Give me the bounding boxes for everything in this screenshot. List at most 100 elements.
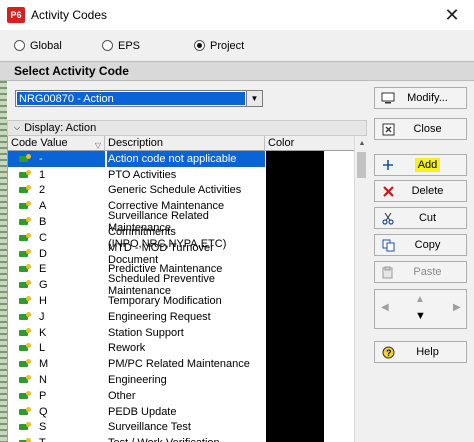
column-header-code-value[interactable]: Code Value ▽: [8, 136, 105, 151]
code-value-cell[interactable]: M: [8, 356, 105, 372]
description-cell[interactable]: Surveillance Test: [107, 420, 265, 436]
activity-code-value-icon: [19, 422, 32, 432]
radio-global[interactable]: Global: [14, 40, 62, 52]
code-value-cell[interactable]: D: [8, 246, 105, 262]
code-value-cell[interactable]: B: [8, 214, 105, 230]
color-swatch-cell[interactable]: [266, 198, 324, 215]
description-cell[interactable]: Engineering Request: [107, 309, 265, 325]
code-value-text: S: [39, 421, 47, 434]
code-value-cell[interactable]: S: [8, 420, 105, 436]
table-row[interactable]: Q PEDB Update: [8, 403, 354, 420]
move-down-arrow-icon[interactable]: ▼: [415, 310, 426, 322]
code-value-cell[interactable]: G: [8, 277, 105, 293]
code-value-cell[interactable]: P: [8, 388, 105, 404]
description-cell[interactable]: Station Support: [107, 325, 265, 341]
color-swatch-cell[interactable]: [266, 151, 324, 167]
color-swatch-cell[interactable]: [266, 261, 324, 278]
color-swatch-cell[interactable]: [266, 356, 324, 373]
description-cell[interactable]: PEDB Update: [107, 404, 265, 420]
description-cell[interactable]: Rework: [107, 341, 265, 357]
code-value-cell[interactable]: A: [8, 198, 105, 214]
table-row[interactable]: M PM/PC Related Maintenance: [8, 356, 354, 373]
modify-icon: [375, 92, 401, 104]
description-cell[interactable]: Temporary Modification: [107, 293, 265, 309]
color-swatch-cell[interactable]: [266, 277, 324, 294]
description-cell[interactable]: Action code not applicable: [107, 151, 265, 167]
table-row[interactable]: T Test / Work Verification: [8, 435, 354, 442]
color-swatch-cell[interactable]: [266, 340, 324, 357]
color-swatch-cell[interactable]: [266, 245, 324, 262]
color-swatch-cell[interactable]: [266, 419, 324, 436]
copy-button[interactable]: Copy: [374, 234, 467, 256]
table-row[interactable]: - Action code not applicable: [8, 151, 354, 167]
move-right-arrow-icon[interactable]: ▶: [453, 302, 461, 313]
modify-label: Modify...: [407, 92, 448, 104]
description-cell[interactable]: PM/PC Related Maintenance: [107, 356, 265, 372]
description-cell[interactable]: Test / Work Verification: [107, 435, 265, 442]
color-swatch-cell[interactable]: [266, 166, 324, 183]
code-value-cell[interactable]: 1: [8, 167, 105, 183]
chevron-down-icon[interactable]: ▼: [246, 91, 262, 106]
display-options-bar[interactable]: ⌵ Display: Action: [7, 120, 367, 136]
color-swatch-cell[interactable]: [266, 182, 324, 199]
modify-button[interactable]: Modify...: [374, 87, 467, 109]
table-row[interactable]: 2 Generic Schedule Activities: [8, 182, 354, 199]
activity-code-select-value: NRG00870 - Action: [17, 92, 245, 105]
activity-code-select[interactable]: NRG00870 - Action ▼: [15, 90, 263, 107]
table-row[interactable]: D MTD - MOD Turnover Document: [8, 242, 354, 266]
color-swatch-cell[interactable]: [266, 403, 324, 420]
radio-project[interactable]: Project: [194, 40, 244, 52]
color-swatch-cell[interactable]: [266, 372, 324, 388]
scrollbar-thumb[interactable]: [357, 152, 366, 178]
code-value-cell[interactable]: -: [8, 151, 105, 167]
vertical-scrollbar[interactable]: ▲: [354, 136, 367, 442]
color-swatch-cell[interactable]: [266, 387, 324, 404]
code-value-cell[interactable]: J: [8, 309, 105, 325]
description-cell[interactable]: PTO Activities: [107, 167, 265, 183]
delete-button[interactable]: Delete: [374, 180, 467, 202]
close-button[interactable]: Close: [374, 118, 467, 140]
code-value-cell[interactable]: H: [8, 293, 105, 309]
paste-button[interactable]: Paste: [374, 261, 467, 283]
move-left-arrow-icon[interactable]: ◀: [381, 302, 389, 313]
table-row[interactable]: S Surveillance Test: [8, 419, 354, 436]
table-row[interactable]: L Rework: [8, 340, 354, 357]
code-value-cell[interactable]: E: [8, 262, 105, 278]
window-close-icon[interactable]: ✕: [430, 0, 474, 30]
help-button[interactable]: ? Help: [374, 341, 467, 363]
color-swatch-cell[interactable]: [266, 214, 324, 230]
description-cell[interactable]: MTD - MOD Turnover Document: [107, 242, 265, 266]
table-row[interactable]: N Engineering: [8, 372, 354, 388]
scroll-up-icon[interactable]: ▲: [355, 136, 367, 151]
color-swatch-cell[interactable]: [266, 324, 324, 341]
table-row[interactable]: K Station Support: [8, 324, 354, 341]
table-row[interactable]: 1 PTO Activities: [8, 166, 354, 183]
table-row[interactable]: H Temporary Modification: [8, 293, 354, 309]
description-cell[interactable]: Scheduled Preventive Maintenance: [107, 273, 265, 297]
column-header-color[interactable]: Color: [265, 136, 354, 151]
move-up-arrow-icon[interactable]: ▲: [415, 294, 425, 305]
radio-eps[interactable]: EPS: [102, 40, 140, 52]
color-swatch-cell[interactable]: [266, 435, 324, 442]
add-button[interactable]: Add: [374, 154, 467, 176]
table-row[interactable]: G Scheduled Preventive Maintenance: [8, 273, 354, 297]
activity-code-value-icon: [19, 153, 32, 164]
code-value-cell[interactable]: K: [8, 325, 105, 341]
description-cell[interactable]: Other: [107, 388, 265, 404]
code-value-text: A: [39, 200, 47, 213]
code-value-cell[interactable]: L: [8, 341, 105, 357]
color-swatch-cell[interactable]: [266, 293, 324, 309]
table-row[interactable]: J Engineering Request: [8, 308, 354, 325]
color-swatch-cell[interactable]: [266, 308, 324, 325]
code-value-cell[interactable]: Q: [8, 404, 105, 420]
code-value-cell[interactable]: 2: [8, 183, 105, 199]
code-value-cell[interactable]: T: [8, 435, 105, 442]
description-cell[interactable]: Engineering: [107, 372, 265, 388]
code-value-cell[interactable]: C: [8, 230, 105, 246]
color-swatch-cell[interactable]: [266, 229, 324, 246]
column-header-description[interactable]: Description: [105, 136, 265, 151]
cut-button[interactable]: Cut: [374, 207, 467, 229]
description-cell[interactable]: Generic Schedule Activities: [107, 183, 265, 199]
table-row[interactable]: P Other: [8, 387, 354, 404]
code-value-cell[interactable]: N: [8, 372, 105, 388]
